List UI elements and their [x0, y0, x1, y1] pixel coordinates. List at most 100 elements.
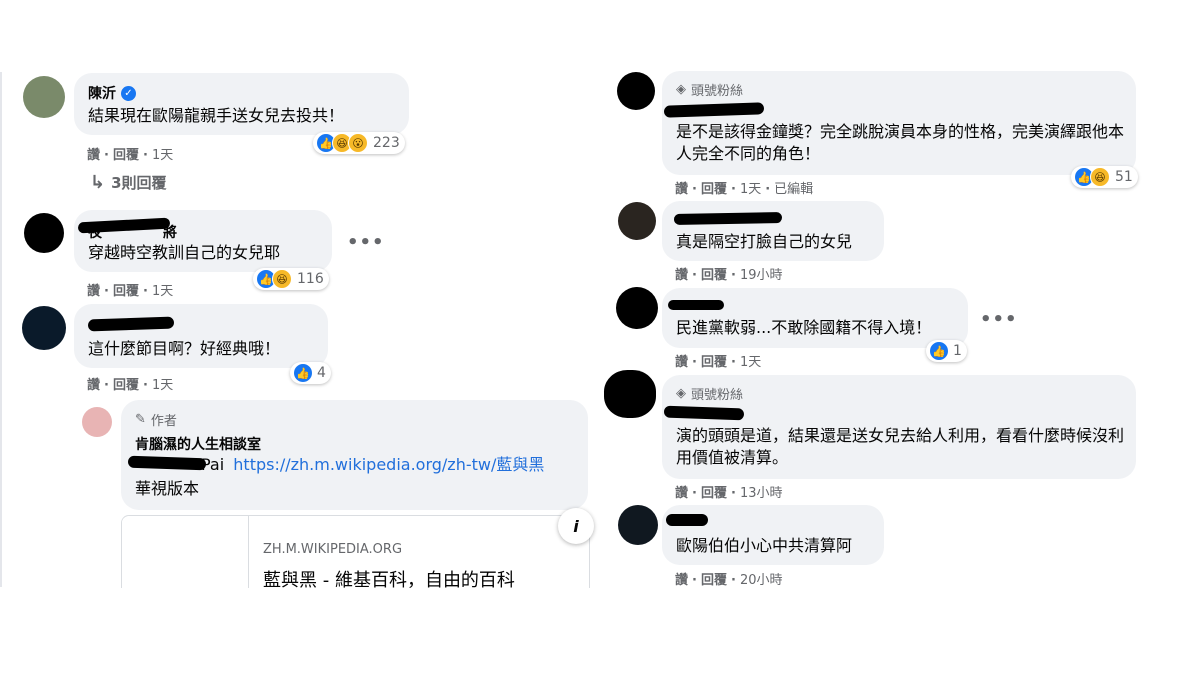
more-options-icon[interactable]: •••: [347, 232, 385, 253]
reaction-summary[interactable]: 👍 1: [926, 340, 967, 362]
info-icon: i: [573, 516, 579, 536]
badge-label: 頭號粉絲: [691, 388, 744, 403]
like-action[interactable]: 讚: [675, 573, 688, 588]
author-name: 陳沂: [88, 86, 116, 102]
timestamp[interactable]: 1天: [740, 182, 761, 197]
timestamp[interactable]: 19小時: [740, 268, 783, 283]
separator: ·: [692, 573, 697, 588]
redacted-name: [666, 514, 708, 526]
separator: ·: [730, 355, 736, 370]
avatar[interactable]: [618, 202, 656, 240]
wikipedia-link[interactable]: https://zh.m.wikipedia.org/zh-tw/藍與黑: [233, 455, 544, 474]
reply-action[interactable]: 回覆: [701, 355, 727, 370]
avatar[interactable]: [604, 370, 656, 418]
separator: ·: [730, 182, 736, 197]
comment-actions: 讚 · 回覆 · 1天: [87, 280, 177, 299]
like-action[interactable]: 讚: [675, 182, 688, 197]
author-avatar[interactable]: [82, 407, 112, 437]
reaction-summary[interactable]: 👍 4: [290, 362, 331, 384]
comment-bubble: 民進黨軟弱...不敢除國籍不得入境！: [662, 288, 968, 348]
separator: ·: [730, 573, 736, 588]
separator: ·: [765, 182, 771, 197]
reply-text-line: 華視版本: [135, 479, 200, 498]
comment-text: 演的頭頭是道，結果還是送女兒去給人利用，看看什麼時候沒利用價值被清算。: [676, 426, 1125, 467]
comment-actions: 讚 · 回覆 · 1天: [87, 144, 177, 163]
reply-arrow-icon: ↳: [90, 172, 106, 193]
reaction-summary[interactable]: 👍 😆 51: [1071, 166, 1138, 188]
comment-author[interactable]: 陳沂 ✓: [88, 83, 136, 103]
badge-label: 頭號粉絲: [691, 84, 744, 99]
like-icon: 👍: [293, 363, 313, 383]
comment-text: 真是隔空打臉自己的女兒: [676, 232, 853, 251]
separator: ·: [142, 284, 148, 299]
comment-bubble: 這什麼節目啊？好經典哦！: [74, 304, 328, 368]
wow-icon: 😮: [348, 133, 368, 153]
comment-bubble: ◈ 頭號粉絲 是不是該得金鐘獎？完全跳脫演員本身的性格，完美演繹跟他本人完全不同…: [662, 71, 1136, 175]
author-name[interactable]: 肯腦濕的人生相談室: [135, 434, 261, 454]
comment-bubble: ◈ 頭號粉絲 演的頭頭是道，結果還是送女兒去給人利用，看看什麼時候沒利用價值被清…: [662, 375, 1136, 479]
redacted-name: [673, 212, 783, 225]
author-reply-bubble: ✎ 作者 肯腦濕的人生相談室 Pai https://zh.m.wikipedi…: [121, 400, 588, 510]
reaction-count: 116: [297, 271, 324, 287]
diamond-icon: ◈: [676, 386, 686, 401]
comment-text: 民進黨軟弱...不敢除國籍不得入境！: [676, 318, 932, 337]
comment-text: 這什麼節目啊？好經典哦！: [88, 339, 281, 358]
separator: ·: [692, 182, 697, 197]
like-action[interactable]: 讚: [87, 148, 100, 163]
reply-action[interactable]: 回覆: [701, 182, 727, 197]
avatar[interactable]: [24, 213, 64, 253]
haha-icon: 😆: [1090, 167, 1110, 187]
comment-actions: 讚 · 回覆 · 1天: [675, 351, 765, 370]
comment-text: 是不是該得金鐘獎？完全跳脫演員本身的性格，完美演繹跟他本人完全不同的角色！: [676, 122, 1125, 163]
more-options-icon[interactable]: •••: [980, 309, 1018, 330]
top-fan-badge: ◈ 頭號粉絲: [676, 384, 743, 403]
timestamp[interactable]: 1天: [152, 284, 173, 299]
timestamp[interactable]: 1天: [152, 148, 173, 163]
comment-bubble: 陳沂 ✓ 結果現在歐陽龍親手送女兒去投共！: [74, 73, 409, 135]
avatar[interactable]: [618, 505, 658, 545]
view-replies-button[interactable]: ↳ 3則回覆: [90, 172, 167, 193]
like-action[interactable]: 讚: [87, 284, 100, 299]
left-edge-divider: [0, 72, 2, 587]
comment-bubble: 夜 將 穿越時空教訓自己的女兒耶: [74, 210, 332, 272]
reply-action[interactable]: 回覆: [701, 486, 727, 501]
reaction-summary[interactable]: 👍 😆 😮 223: [313, 132, 405, 154]
pen-icon: ✎: [135, 412, 146, 427]
reaction-count: 4: [317, 365, 326, 381]
author-badge-label: 作者: [150, 414, 177, 429]
separator: ·: [692, 268, 697, 283]
avatar[interactable]: [616, 287, 658, 329]
like-action[interactable]: 讚: [675, 486, 688, 501]
like-action[interactable]: 讚: [675, 355, 688, 370]
redacted-name: [668, 300, 724, 310]
timestamp[interactable]: 20小時: [740, 573, 783, 588]
crop-mask: [0, 588, 1200, 675]
timestamp[interactable]: 1天: [152, 378, 173, 393]
reply-action[interactable]: 回覆: [701, 573, 727, 588]
reply-action[interactable]: 回覆: [701, 268, 727, 283]
haha-icon: 😆: [272, 269, 292, 289]
reply-action[interactable]: 回覆: [113, 148, 139, 163]
avatar[interactable]: [22, 306, 66, 350]
reply-action[interactable]: 回覆: [113, 284, 139, 299]
comment-bubble: 真是隔空打臉自己的女兒: [662, 201, 884, 261]
reaction-summary[interactable]: 👍 😆 116: [253, 268, 329, 290]
comment-text: 穿越時空教訓自己的女兒耶: [88, 243, 281, 262]
reaction-count: 223: [373, 135, 400, 151]
timestamp[interactable]: 13小時: [740, 486, 783, 501]
separator: ·: [730, 486, 736, 501]
avatar[interactable]: [23, 76, 65, 118]
reaction-count: 51: [1115, 169, 1133, 185]
comment-actions: 讚 · 回覆 · 19小時: [675, 264, 786, 283]
edited-label[interactable]: 已編輯: [774, 182, 813, 197]
reply-action[interactable]: 回覆: [113, 378, 139, 393]
separator: ·: [730, 268, 736, 283]
separator: ·: [104, 148, 109, 163]
timestamp[interactable]: 1天: [740, 355, 761, 370]
info-button[interactable]: i: [558, 508, 594, 544]
like-action[interactable]: 讚: [87, 378, 100, 393]
avatar[interactable]: [617, 72, 655, 110]
like-action[interactable]: 讚: [675, 268, 688, 283]
separator: ·: [104, 284, 109, 299]
separator: ·: [142, 148, 148, 163]
